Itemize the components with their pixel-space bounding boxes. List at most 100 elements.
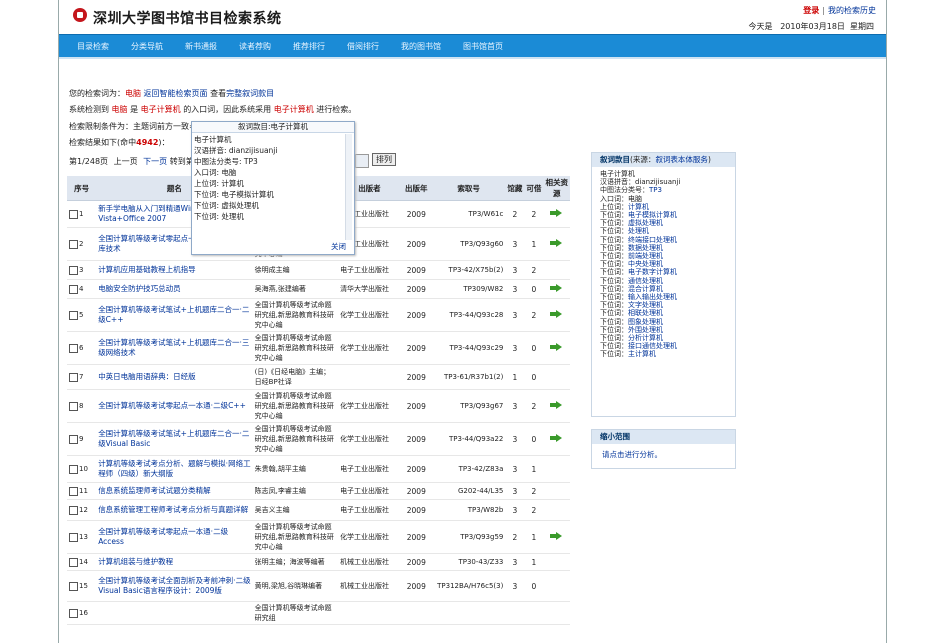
publisher-text: 电子工业出版社	[340, 506, 390, 514]
row-publisher-cell: 化学工业出版社	[338, 520, 401, 554]
thesaurus-term-link[interactable]: 终端接口处理机	[628, 236, 677, 244]
thesaurus-popup: 叙词款目:电子计算机 电子计算机 汉语拼音: dianzijisuanji 中图法分…	[191, 121, 355, 255]
row-checkbox[interactable]	[69, 505, 78, 515]
thesaurus-term-link[interactable]: 计算机	[628, 203, 649, 211]
thesaurus-term-link[interactable]: 分析计算机	[628, 334, 663, 342]
thesaurus-term-link[interactable]: 处理机	[628, 227, 649, 235]
detect-target2: 电子计算机	[273, 105, 314, 114]
thesaurus-term-link[interactable]: 混合计算机	[628, 285, 663, 293]
book-title-link[interactable]: 全国计算机等级考试笔试+上机题库二合一·二级C++	[98, 305, 249, 324]
popup-line: 下位词: 虚拟处理机	[194, 201, 259, 210]
row-checkbox[interactable]	[69, 557, 78, 567]
row-checkbox[interactable]	[69, 343, 78, 353]
book-title-link[interactable]: 计算机组装与维护教程	[98, 557, 173, 566]
narrow-analysis-link[interactable]: 请点击进行分析。	[602, 450, 662, 459]
nav-item[interactable]: 目录检索	[77, 41, 109, 52]
row-publisher-cell	[338, 601, 401, 625]
row-checkbox[interactable]	[69, 486, 78, 496]
row-checkbox[interactable]	[69, 372, 78, 382]
book-title-link[interactable]: 全国计算机等级考试笔试+上机题库二合一·三级网络技术	[98, 338, 249, 357]
book-title-link[interactable]: 信息系统监理师考试试题分类精解	[98, 486, 211, 495]
sort-select-dropdown[interactable]	[355, 154, 369, 168]
green-arrow-icon[interactable]	[550, 434, 563, 442]
book-title-link[interactable]: 计算机等级考试考点分析、题解与模拟·网络工程师（四级）新大纲版	[98, 459, 250, 478]
nav-item[interactable]: 图书馆首页	[463, 41, 503, 52]
row-number: 6	[79, 344, 84, 353]
green-arrow-icon[interactable]	[550, 310, 563, 318]
thesaurus-term-link[interactable]: 主计算机	[628, 350, 656, 358]
row-resource-cell	[543, 553, 570, 571]
publisher-text: 化学工业出版社	[340, 344, 390, 352]
ontology-service-link[interactable]: 叙词表本体服务	[655, 155, 708, 164]
publisher-text: 电子工业出版社	[340, 487, 390, 495]
thesaurus-term-link[interactable]: TP3	[649, 186, 662, 194]
login-link[interactable]: 登录	[803, 6, 819, 15]
nav-item[interactable]: 我的图书馆	[401, 41, 441, 52]
row-checkbox[interactable]	[69, 209, 78, 219]
row-checkbox[interactable]	[69, 284, 78, 294]
green-arrow-icon[interactable]	[550, 209, 563, 217]
popup-scrollbar[interactable]	[345, 134, 352, 240]
next-page-link[interactable]: 下一页	[143, 157, 167, 166]
book-title-link[interactable]: 信息系统管理工程师考试考点分析与真题详解	[98, 505, 248, 514]
nav-item[interactable]: 借阅排行	[347, 41, 379, 52]
row-holdings-cell: 3	[505, 553, 525, 571]
row-checkbox[interactable]	[69, 464, 78, 474]
row-callno-cell: TP3-44/Q93c29	[431, 331, 506, 365]
green-arrow-icon[interactable]	[550, 401, 563, 409]
row-checkbox[interactable]	[69, 401, 78, 411]
prev-page-link[interactable]: 上一页	[114, 157, 138, 166]
row-checkbox[interactable]	[69, 608, 78, 618]
book-title-link[interactable]: 计算机应用基础教程上机指导	[98, 265, 196, 274]
nav-item[interactable]: 新书通报	[185, 41, 217, 52]
nav-item[interactable]: 读者荐购	[239, 41, 271, 52]
thesaurus-line: 下位词：电子模拟计算机	[600, 211, 727, 219]
thesaurus-term-link[interactable]: 通信处理机	[628, 277, 663, 285]
full-thesaurus-link[interactable]: 完整叙词款目	[226, 89, 274, 98]
row-callno-cell	[431, 601, 506, 625]
book-title-link[interactable]: 全国计算机等级考试零起点一本通·二级Access	[98, 527, 228, 546]
thesaurus-term-link[interactable]: 电子模拟计算机	[628, 211, 677, 219]
book-title-link[interactable]: 中英日电脑用语辞典：日经版	[98, 372, 196, 381]
thesaurus-line-label: 电子计算机	[600, 170, 635, 178]
thesaurus-term-link[interactable]: 相联处理机	[628, 309, 663, 317]
green-arrow-icon[interactable]	[550, 343, 563, 351]
thesaurus-term-link[interactable]: 前端处理机	[628, 252, 663, 260]
book-title-link[interactable]: 全国计算机等级考试笔试+上机题库二合一·二级Visual Basic	[98, 429, 249, 448]
row-select: 15	[67, 570, 97, 602]
nav-item[interactable]: 分类导航	[131, 41, 163, 52]
row-select: 12	[67, 499, 97, 521]
row-checkbox[interactable]	[69, 581, 78, 591]
row-checkbox[interactable]	[69, 239, 78, 249]
row-checkbox[interactable]	[69, 310, 78, 320]
book-title-link[interactable]: 全国计算机等级考试全面剖析及考前冲刺·二级Visual Basic语言程序设计：…	[98, 576, 250, 595]
row-checkbox[interactable]	[69, 532, 78, 542]
row-number: 13	[79, 533, 88, 542]
row-title-cell	[96, 601, 253, 625]
publisher-text: 电子工业出版社	[340, 266, 390, 274]
row-publisher-cell: 电子工业出版社	[338, 499, 401, 521]
book-title-link[interactable]: 全国计算机等级考试零起点一本通·二级C++	[98, 401, 246, 410]
thesaurus-term-link[interactable]: 输入输出处理机	[628, 293, 677, 301]
book-title-link[interactable]: 电脑安全防护技巧总动员	[98, 284, 181, 293]
thesaurus-term-link[interactable]: 外围处理机	[628, 326, 663, 334]
row-year-cell: 2009	[400, 227, 432, 261]
thesaurus-term-link[interactable]: 数据处理机	[628, 244, 663, 252]
row-callno-cell: TP3-42/X75b(2)	[431, 260, 506, 280]
nav-item[interactable]: 推荐排行	[293, 41, 325, 52]
row-checkbox[interactable]	[69, 434, 78, 444]
sort-button[interactable]: 排列	[372, 153, 396, 166]
row-number: 9	[79, 435, 84, 444]
thesaurus-term-link[interactable]: 电子数字计算机	[628, 268, 677, 276]
source-post: )	[707, 155, 711, 164]
thesaurus-term-link[interactable]: 图象处理机	[628, 318, 663, 326]
row-checkbox[interactable]	[69, 265, 78, 275]
popup-close-link[interactable]: 关闭	[331, 241, 346, 252]
green-arrow-icon[interactable]	[550, 239, 563, 247]
green-arrow-icon[interactable]	[550, 532, 563, 540]
green-arrow-icon[interactable]	[550, 284, 563, 292]
table-row: 13 全国计算机等级考试零起点一本通·二级Access 全国计算机等级考试命题研究组…	[67, 520, 570, 554]
back-to-smart-search-link[interactable]: 返回智能检索页面	[144, 89, 208, 98]
thesaurus-line: 下位词：终端接口处理机	[600, 236, 727, 244]
search-history-link[interactable]: 我的检索历史	[828, 6, 876, 15]
